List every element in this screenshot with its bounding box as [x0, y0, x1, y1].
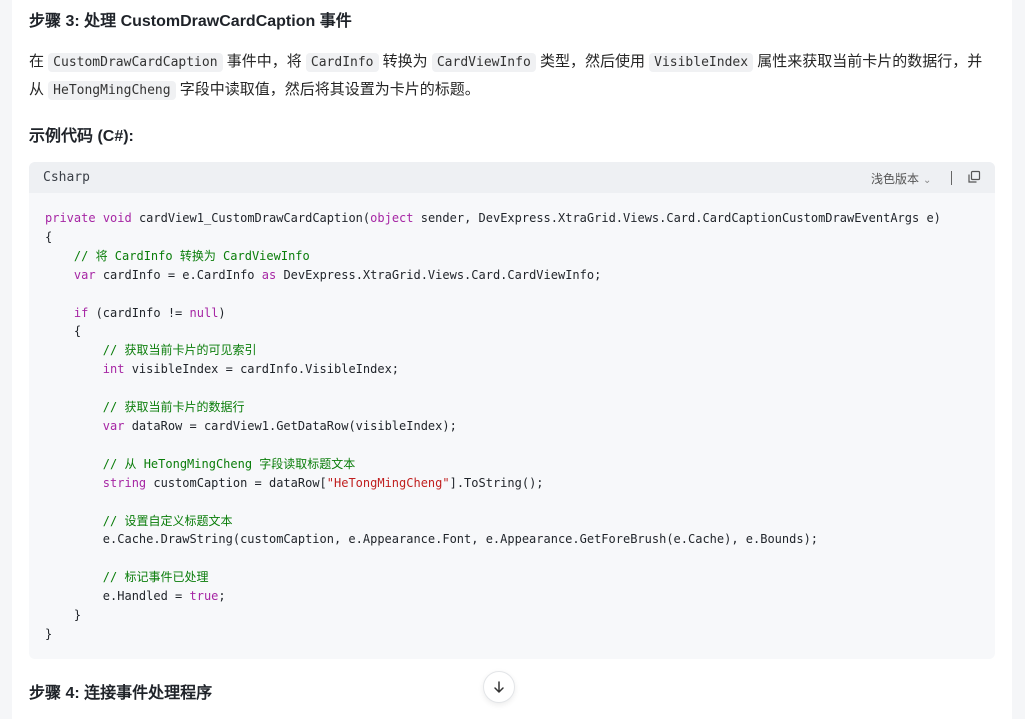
- copy-icon[interactable]: [967, 170, 981, 184]
- code-token: void: [102, 211, 132, 225]
- inline-code: VisibleIndex: [649, 53, 754, 72]
- code-token: // 获取当前卡片的数据行: [102, 400, 245, 415]
- code-token: object: [370, 211, 414, 225]
- code-token: cardView1_CustomDrawCardCaption(: [131, 211, 371, 225]
- code-line: // 设置自定义标题文本: [45, 513, 233, 528]
- code-block-header: Csharp 浅色版本 ⌄: [29, 162, 995, 193]
- code-line: {: [45, 324, 81, 338]
- sample-code-heading: 示例代码 (C#):: [29, 128, 134, 145]
- code-content: private void cardView1_CustomDrawCardCap…: [45, 209, 941, 644]
- code-token: }: [45, 626, 53, 641]
- code-line: var dataRow = cardView1.GetDataRow(visib…: [45, 419, 457, 433]
- code-line: // 将 CardInfo 转换为 CardViewInfo: [45, 249, 310, 263]
- code-token: ): [218, 305, 226, 320]
- code-token: // 将 CardInfo 转换为 CardViewInfo: [73, 248, 310, 263]
- step3-description: 在 CustomDrawCardCaption 事件中，将 CardInfo 转…: [29, 48, 989, 104]
- desc-text: 事件中，将: [222, 53, 306, 70]
- code-token: {: [45, 229, 53, 244]
- code-token: as: [261, 267, 277, 282]
- code-line: }: [45, 608, 81, 622]
- code-token: int: [102, 362, 125, 377]
- code-token: {: [45, 324, 82, 339]
- code-line: private void cardView1_CustomDrawCardCap…: [45, 211, 941, 225]
- inline-code: HeTongMingCheng: [48, 81, 176, 100]
- code-line: e.Cache.DrawString(customCaption, e.Appe…: [45, 532, 818, 546]
- header-divider: [951, 171, 952, 185]
- inline-code: CardInfo: [305, 53, 379, 72]
- code-token: // 设置自定义标题文本: [102, 513, 233, 528]
- code-token: null: [189, 305, 219, 320]
- code-token: var: [73, 267, 96, 282]
- theme-switch-label: 浅色版本: [871, 172, 920, 186]
- code-token: if: [73, 305, 89, 320]
- code-line: int visibleIndex = cardInfo.VisibleIndex…: [45, 362, 399, 376]
- code-token: (cardInfo !=: [88, 305, 190, 320]
- code-token: "HeTongMingCheng": [326, 475, 450, 490]
- code-line: e.Handled = true;: [45, 589, 226, 603]
- code-line: // 标记事件已处理: [45, 570, 209, 585]
- code-line: string customCaption = dataRow["HeTongMi…: [45, 476, 544, 490]
- inline-code: CustomDrawCardCaption: [48, 53, 223, 72]
- code-token: DevExpress.XtraGrid.Views.Card.CardViewI…: [276, 267, 602, 282]
- code-token: true: [189, 589, 219, 604]
- code-line: // 获取当前卡片的可见索引: [45, 343, 257, 358]
- step4-heading: 步骤 4: 连接事件处理程序: [29, 685, 213, 702]
- code-token: }: [45, 608, 82, 623]
- inline-code: CardViewInfo: [431, 53, 536, 72]
- code-token: customCaption = dataRow[: [146, 475, 327, 490]
- code-line: }: [45, 627, 52, 641]
- code-token: string: [102, 475, 147, 490]
- code-token: dataRow = cardView1.GetDataRow(visibleIn…: [124, 418, 457, 433]
- code-token: e.Cache.DrawString(customCaption, e.Appe…: [45, 532, 819, 547]
- code-line: var cardInfo = e.CardInfo as DevExpress.…: [45, 268, 601, 282]
- code-language-label: Csharp: [43, 170, 90, 185]
- code-token: ].ToString();: [449, 475, 544, 490]
- code-line: // 从 HeTongMingCheng 字段读取标题文本: [45, 456, 356, 471]
- code-token: private: [45, 211, 96, 225]
- code-token: // 从 HeTongMingCheng 字段读取标题文本: [102, 456, 356, 471]
- desc-text: 字段中读取值，然后将其设置为卡片的标题。: [175, 81, 480, 98]
- desc-text: 在: [29, 53, 49, 70]
- scroll-down-button[interactable]: [483, 671, 515, 703]
- document-content: 步骤 3: 处理 CustomDrawCardCaption 事件 在 Cust…: [12, 0, 1012, 719]
- step3-heading: 步骤 3: 处理 CustomDrawCardCaption 事件: [29, 13, 352, 30]
- code-token: // 获取当前卡片的可见索引: [102, 343, 257, 358]
- chevron-down-icon: ⌄: [923, 175, 932, 186]
- code-token: e.Handled =: [45, 589, 190, 604]
- code-block: Csharp 浅色版本 ⌄ private void cardView1_Cust…: [29, 162, 995, 659]
- theme-switch-dropdown[interactable]: 浅色版本 ⌄: [871, 170, 931, 187]
- code-token: visibleIndex = cardInfo.VisibleIndex;: [124, 362, 400, 377]
- code-token: sender, DevExpress.XtraGrid.Views.Card.C…: [413, 211, 941, 225]
- code-line: {: [45, 230, 52, 244]
- desc-text: 转换为: [378, 53, 432, 70]
- code-token: cardInfo = e.CardInfo: [95, 267, 262, 282]
- arrow-down-icon: [494, 681, 504, 693]
- code-token: // 标记事件已处理: [102, 570, 209, 585]
- code-token: var: [102, 418, 125, 433]
- code-token: ;: [218, 589, 226, 604]
- code-line: // 获取当前卡片的数据行: [45, 400, 245, 415]
- desc-text: 类型，然后使用: [535, 53, 650, 70]
- code-line: if (cardInfo != null): [45, 306, 226, 320]
